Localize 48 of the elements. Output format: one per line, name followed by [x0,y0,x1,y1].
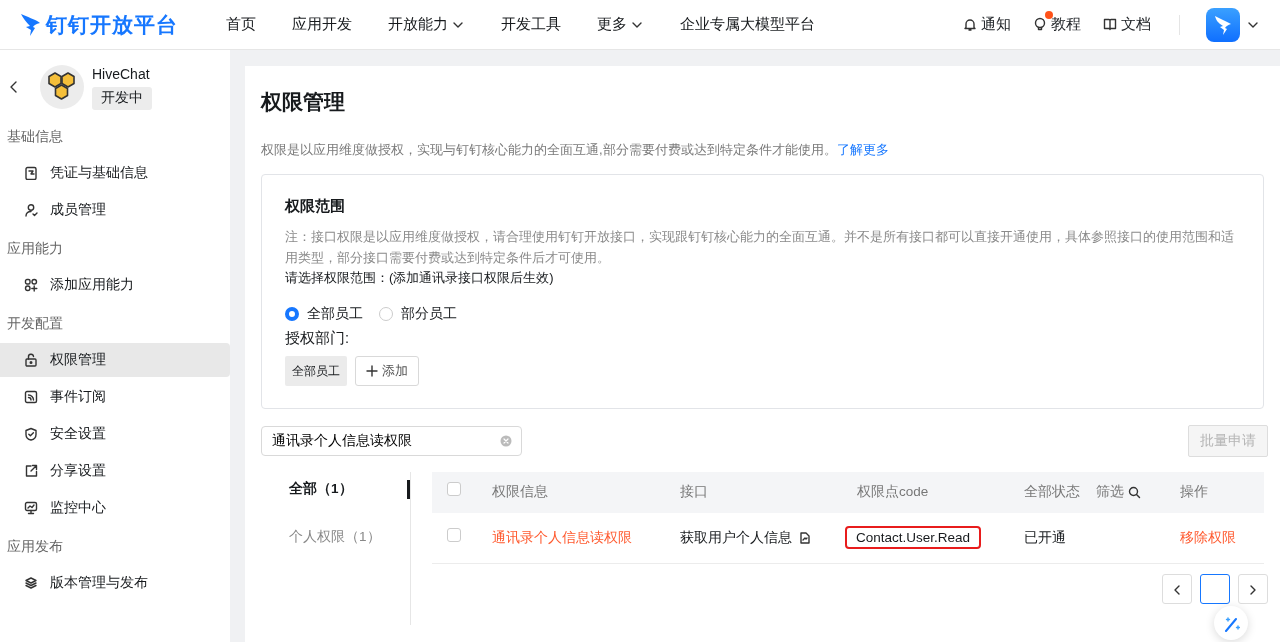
nav-link[interactable]: 应用开发 [292,13,352,36]
nav-link[interactable]: 首页 [226,13,256,36]
header-link[interactable]: 教程 [1033,13,1081,36]
column-header: 权限信息 [492,483,548,502]
sidebar-item[interactable]: 添加应用能力 [0,268,230,302]
sidebar-item[interactable]: 凭证与基础信息 [0,156,230,190]
nav-link[interactable]: 开发工具 [501,13,561,36]
status-text: 已开通 [1024,529,1066,545]
nav-link[interactable]: 开放能力 [388,13,465,36]
nav-link[interactable]: 企业专属大模型平台 [680,13,815,36]
filter-tab[interactable]: 全部（1） [270,472,410,520]
card-title: 权限范围 [285,196,346,216]
learn-more-link[interactable]: 了解更多 [836,141,889,157]
header-link[interactable]: 通知 [963,13,1011,36]
page-title: 权限管理 [261,89,346,115]
sidebar-item[interactable]: 安全设置 [0,417,230,451]
column-header: 全部状态 [1024,483,1080,502]
sidebar-group-label: 应用能力 [6,240,64,258]
page-description: 权限是以应用维度做授权，实现与钉钉核心能力的全面互通,部分需要付费或达到特定条件才能使用。了解更多 [261,140,890,159]
nav-link[interactable]: 更多 [597,13,644,36]
sidebar-item[interactable]: 成员管理 [0,193,230,227]
sidebar-item[interactable]: 事件订阅 [0,380,230,414]
sidebar-item[interactable]: 版本管理与发布 [0,566,230,600]
app-name: HiveChat [92,65,151,85]
app-status: 开发中 [92,87,152,110]
permission-code: Contact.User.Read [845,525,982,549]
radio-option[interactable]: 全部员工 [285,304,363,325]
radio-option[interactable]: 部分员工 [379,304,457,325]
sidebar-item[interactable]: 权限管理 [0,343,230,377]
sidebar-item[interactable]: 分享设置 [0,454,230,488]
filter-tab[interactable]: 个人权限（1） [270,520,410,568]
column-header: 接口 [680,483,708,502]
sidebar-group-label: 开发配置 [6,315,64,333]
api-name: 获取用户个人信息 [680,528,792,547]
header-link[interactable]: 文档 [1103,13,1151,36]
sidebar-item[interactable]: 监控中心 [0,491,230,525]
add-button[interactable]: 添加 [355,356,419,386]
column-header: 权限点code [857,483,929,502]
column-header: 操作 [1180,484,1208,500]
filter-button[interactable]: 筛选 [1096,482,1141,503]
sidebar-group-label: 应用发布 [6,538,64,556]
search-field[interactable]: 通讯录个人信息读权限 [261,426,522,456]
scope-prompt: 请选择权限范围：(添加通讯录接口权限后生效) [285,268,555,287]
sidebar-group-label: 基础信息 [6,128,64,146]
brand-name[interactable]: 钉钉开放平台 [46,8,178,41]
department-label: 授权部门: [285,329,351,349]
note-text: 注：接口权限是以应用维度做授权，请合理使用钉钉开放接口，实现跟钉钉核心能力的全面互通。并不是所有接口都可以直接开通使用，具体参照接口的使用范围和适用类型，部分接口需要付费或达到特定条件后才可使用。 [285,227,1235,267]
department-tag: 全部员工 [285,356,347,386]
